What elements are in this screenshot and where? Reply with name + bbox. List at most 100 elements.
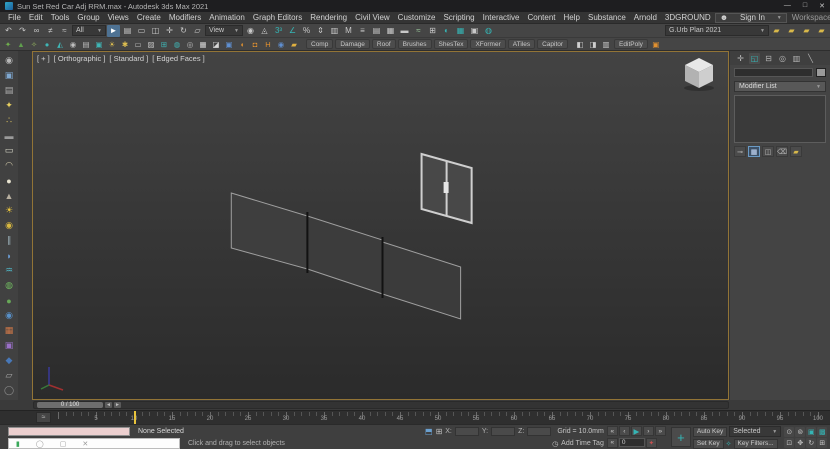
menu-item[interactable]: Create (133, 13, 165, 22)
sun-tool-icon[interactable]: ☀ (106, 39, 118, 50)
tab-utilities[interactable]: ╲ (805, 53, 816, 64)
camera-tool-icon[interactable]: ◉ (67, 39, 79, 50)
plane-icon[interactable]: ▬ (2, 128, 17, 143)
tab-create[interactable]: ✛ (735, 53, 746, 64)
unlink-selection-icon[interactable]: ≠ (44, 25, 57, 37)
named-selection-set-dropdown[interactable]: G.Urb Plan 2021 ▼ (665, 25, 769, 36)
modifier-stack[interactable] (734, 95, 826, 143)
eye-icon[interactable]: ◉ (2, 53, 17, 68)
go-to-start-button[interactable]: « (607, 426, 618, 436)
open-folder-icon-1[interactable]: ▰ (770, 25, 783, 37)
sliding-door[interactable] (422, 154, 472, 223)
open-folder-icon-4[interactable]: ▰ (815, 25, 828, 37)
key-step-button[interactable]: « (607, 438, 618, 448)
reference-coordinate-dropdown[interactable]: View ▼ (205, 25, 243, 36)
menu-item[interactable]: Edit (25, 13, 47, 22)
toggle-scene-explorer-icon[interactable]: ▤ (370, 25, 383, 37)
minimize-button[interactable]: — (784, 2, 791, 10)
bulb-tool-icon[interactable]: ✱ (119, 39, 131, 50)
menu-item[interactable]: Substance (584, 13, 630, 22)
snap-toggle-3d-icon[interactable]: 3³ (272, 25, 285, 37)
dome-icon[interactable]: ◠ (2, 158, 17, 173)
menu-item[interactable]: Help (560, 13, 584, 22)
rendered-frame-window-icon[interactable]: ▣ (468, 25, 481, 37)
script-button[interactable]: Brushes (398, 39, 432, 49)
zoom-extents-icon[interactable]: ▣ (806, 427, 816, 437)
pin-stack-button[interactable]: ⊸ (734, 146, 746, 157)
green-sphere-icon[interactable]: ● (2, 293, 17, 308)
script-button[interactable]: Comp (306, 39, 333, 49)
play-button[interactable]: ▶ (631, 426, 642, 436)
people-icon[interactable]: ∴ (2, 113, 17, 128)
shield-tool-icon[interactable]: ◘ (249, 39, 261, 50)
viewport-menu-pov[interactable]: [ Orthographic ] (54, 54, 106, 63)
frame-tool-icon[interactable]: ▦ (197, 39, 209, 50)
plant-tool-icon[interactable]: ✧ (28, 39, 40, 50)
object-color-swatch[interactable] (816, 68, 826, 77)
make-unique-button[interactable]: ◫ (762, 146, 774, 157)
zoom-extents-all-icon[interactable]: ▩ (817, 427, 827, 437)
target-tool-icon[interactable]: ◎ (184, 39, 196, 50)
render-setup-icon[interactable]: ▦ (454, 25, 467, 37)
menu-item[interactable]: Arnold (630, 13, 661, 22)
folder-tool-icon[interactable]: ▰ (288, 39, 300, 50)
auto-key-button[interactable]: Auto Key (693, 427, 727, 437)
render-blue-icon[interactable]: ▣ (223, 39, 235, 50)
purple-box-icon[interactable]: ▣ (2, 338, 17, 353)
swatches-icon[interactable]: ▦ (2, 323, 17, 338)
selection-filter-dropdown[interactable]: All ▼ (72, 25, 106, 36)
menu-item[interactable]: Customize (394, 13, 440, 22)
glass-panel-1[interactable] (231, 193, 307, 269)
time-slider-handle[interactable]: 0 / 100 (37, 402, 103, 408)
modifier-list-dropdown[interactable]: Modifier List ▼ (734, 81, 826, 92)
z-coordinate-field[interactable] (527, 427, 551, 436)
next-frame-button[interactable]: ► (114, 402, 121, 408)
viewport-menu-shading[interactable]: [ Standard ] (109, 54, 148, 63)
tab-motion[interactable]: ◎ (777, 53, 788, 64)
add-time-tag[interactable]: ◷ Add Time Tag (552, 440, 604, 448)
menu-item[interactable]: Rendering (306, 13, 351, 22)
tree-tool-icon[interactable]: ▲ (15, 39, 27, 50)
script-button[interactable]: Capitor (537, 39, 568, 49)
menu-item[interactable]: Group (73, 13, 103, 22)
schematic-view-icon[interactable]: ⊞ (426, 25, 439, 37)
previous-frame-button[interactable]: ◄ (105, 402, 112, 408)
rectangular-selection-region-icon[interactable]: ▭ (135, 25, 148, 37)
align-icon[interactable]: ≡ (356, 25, 369, 37)
viewcube[interactable] (680, 55, 718, 93)
document-tool-icon[interactable]: ▤ (80, 39, 92, 50)
forest-tool-icon[interactable]: ✦ (2, 39, 14, 50)
zoom-all-icon[interactable]: ⊚ (795, 427, 805, 437)
ring-icon[interactable]: ◯ (2, 383, 17, 398)
viewport[interactable]: [ + ] [ Orthographic ] [ Standard ] [ Ed… (32, 51, 729, 400)
script-button[interactable]: XFormer (470, 39, 505, 49)
angle-snap-icon[interactable]: ∠ (286, 25, 299, 37)
percent-snap-icon[interactable]: % (300, 25, 313, 37)
zoom-region-icon[interactable]: ⊡ (784, 438, 794, 448)
viewport-layout-quad-icon[interactable]: ▥ (600, 39, 612, 50)
current-frame-field[interactable]: 0 (619, 438, 645, 447)
teapot-tool-icon[interactable]: ◍ (171, 39, 183, 50)
glass-panel-2[interactable] (307, 216, 382, 294)
edit-named-selection-sets-icon[interactable]: ▥ (328, 25, 341, 37)
plus-button[interactable]: + (671, 427, 691, 447)
remove-modifier-button[interactable]: ⌫ (776, 146, 788, 157)
select-by-name-icon[interactable]: ▤ (121, 25, 134, 37)
go-to-end-button[interactable]: » (655, 426, 666, 436)
fountain-icon[interactable]: ♒ (2, 263, 17, 278)
open-folder-icon-2[interactable]: ▰ (785, 25, 798, 37)
mini-curve-editor-button[interactable]: ≈ (36, 412, 51, 423)
render-production-icon[interactable]: ◍ (482, 25, 495, 37)
image-tool-icon[interactable]: ▨ (145, 39, 157, 50)
object-name-field[interactable] (734, 68, 813, 77)
use-pivot-point-icon[interactable]: ◉ (244, 25, 257, 37)
key-mode-toggle[interactable]: ✦ (646, 438, 657, 448)
gamma-tool-icon[interactable]: ◪ (210, 39, 222, 50)
key-filters-button[interactable]: Key Filters... (734, 439, 778, 449)
script-button[interactable]: Damage (335, 39, 370, 49)
globe-icon[interactable]: ◍ (2, 278, 17, 293)
menu-item[interactable]: Animation (205, 13, 249, 22)
mountain-icon[interactable]: ▲ (2, 188, 17, 203)
y-coordinate-field[interactable] (491, 427, 515, 436)
menu-item[interactable]: File (4, 13, 25, 22)
